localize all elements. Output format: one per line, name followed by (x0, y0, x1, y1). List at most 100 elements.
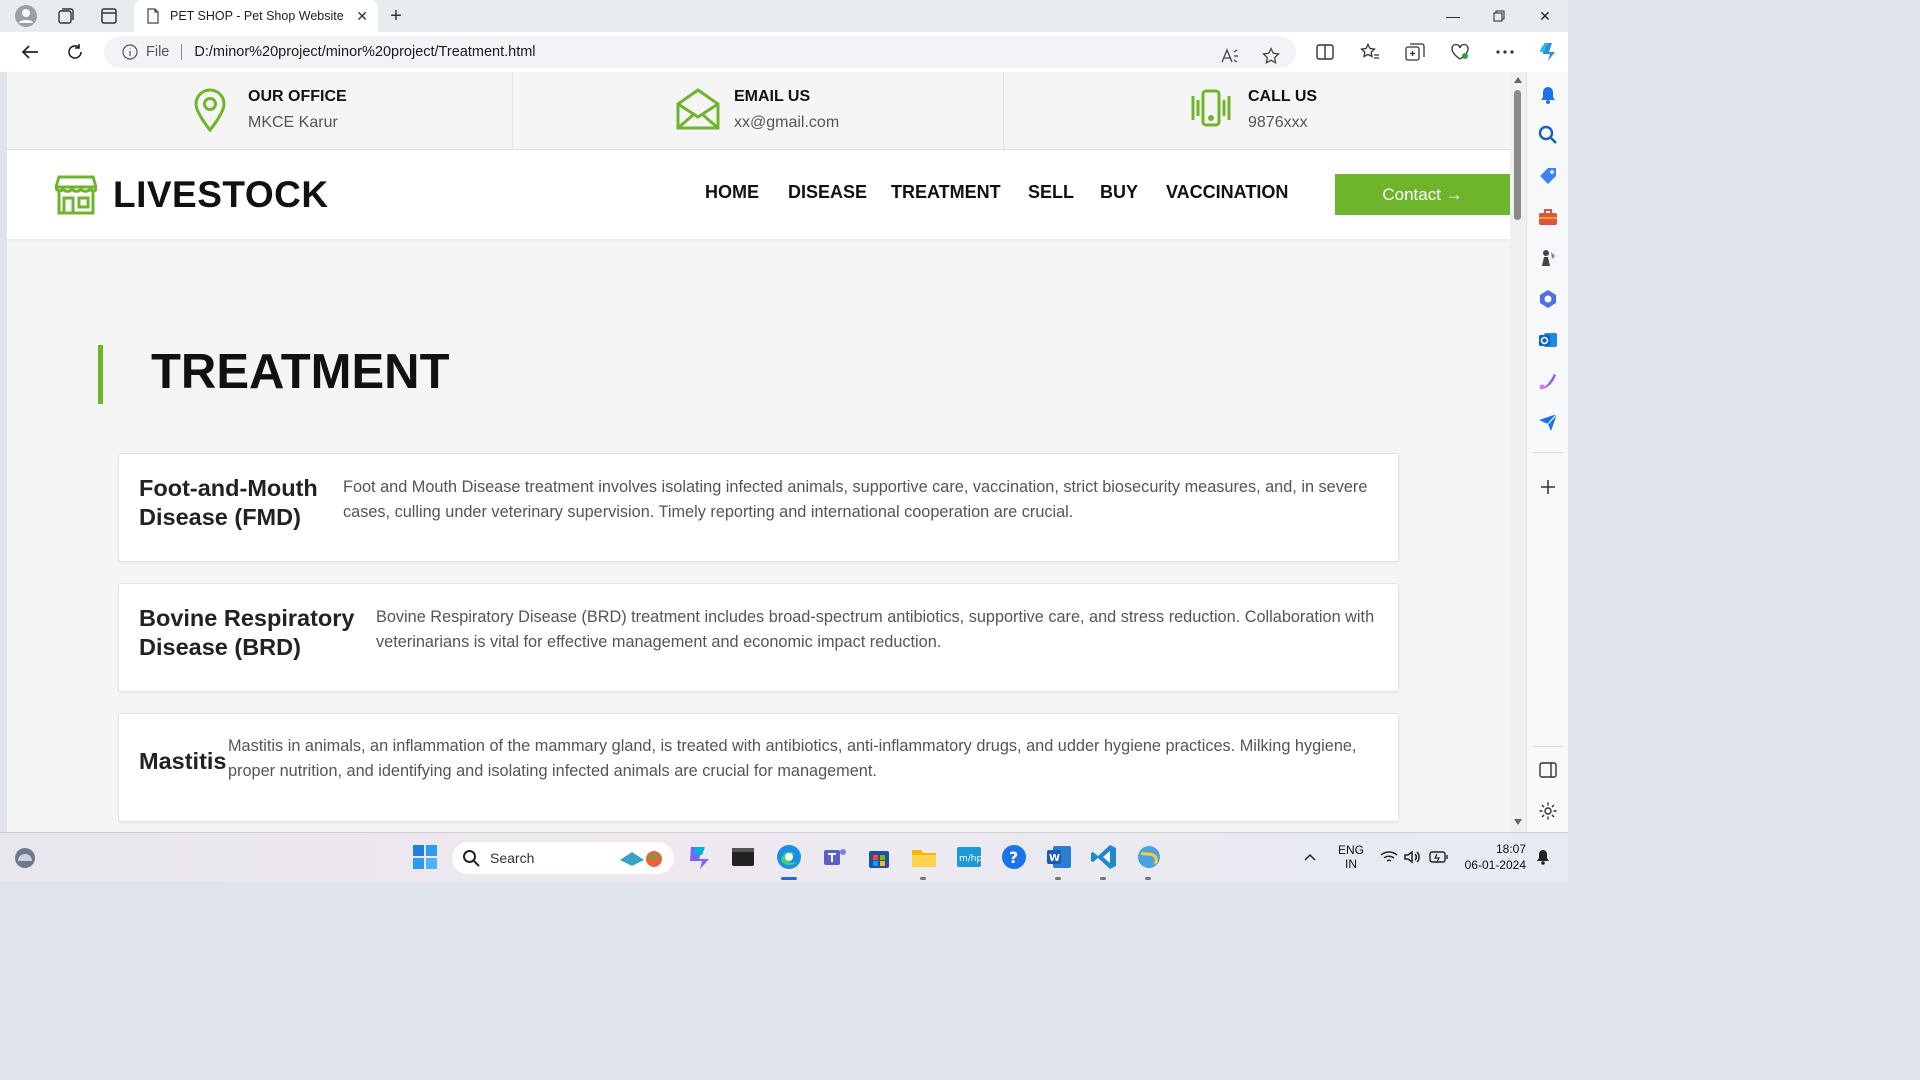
tools-briefcase-icon[interactable] (1538, 207, 1558, 227)
edge-browser-icon[interactable] (775, 843, 803, 871)
collections-icon[interactable] (1400, 38, 1430, 66)
add-icon[interactable] (1538, 477, 1558, 497)
contact-info-bar: OUR OFFICE MKCE Karur EMAIL US xx@gmail.… (7, 72, 1510, 150)
app-globe-icon[interactable] (1135, 843, 1163, 871)
file-explorer-icon[interactable] (910, 843, 938, 871)
chevron-up-icon[interactable] (1304, 853, 1316, 861)
close-tab-icon[interactable]: ✕ (356, 8, 368, 25)
clock[interactable]: 18:07 06-01-2024 (1460, 842, 1526, 872)
vertical-tabs-icon[interactable] (95, 4, 123, 28)
new-tab-button[interactable]: + (384, 4, 408, 28)
treatment-title-line-1: Bovine Respiratory (139, 605, 355, 631)
teams-icon[interactable] (821, 843, 849, 871)
info-icon[interactable] (122, 44, 138, 60)
browser-toolbar: File D:/minor%20project/minor%20project/… (0, 32, 1568, 72)
storefront-icon (55, 175, 97, 215)
nav-sell[interactable]: SELL (1028, 182, 1074, 203)
web-page: OUR OFFICE MKCE Karur EMAIL US xx@gmail.… (7, 72, 1510, 832)
profile-icon[interactable] (12, 4, 40, 28)
site-logo[interactable]: LIVESTOCK (55, 174, 329, 216)
contact-button[interactable]: Contact → (1335, 174, 1510, 215)
language-code: ENG (1338, 843, 1365, 857)
more-options-icon[interactable] (1490, 38, 1520, 66)
call-value: 9876xxx (1248, 114, 1308, 131)
notification-bell-icon[interactable] (1536, 849, 1550, 865)
close-window-button[interactable]: ✕ (1522, 0, 1568, 32)
treatment-description-line-2: proper nutrition, and identifying and is… (228, 761, 877, 780)
language-indicator[interactable]: ENG IN (1338, 843, 1364, 871)
logo-text: LIVESTOCK (113, 174, 329, 215)
copilot-preview-icon[interactable] (686, 843, 714, 871)
treatment-title-line-1: Mastitis (139, 748, 227, 774)
designer-icon[interactable] (1538, 371, 1558, 391)
taskbar-search-box[interactable]: Search (452, 842, 674, 874)
nav-buy[interactable]: BUY (1100, 182, 1138, 203)
shopping-tag-icon[interactable] (1538, 166, 1558, 186)
svg-text:m/hp: m/hp (959, 854, 983, 864)
vibrating-phone-icon (1191, 89, 1231, 127)
treatment-title-line-2: Disease (FMD) (139, 504, 301, 530)
clock-time: 18:07 (1495, 842, 1526, 856)
treatment-title-line-1: Foot-and-Mouth (139, 475, 318, 501)
treatment-description: Mastitis in animals, an inflammation of … (228, 734, 1356, 783)
microsoft-365-icon[interactable] (1538, 289, 1558, 309)
workspaces-icon[interactable] (52, 4, 80, 28)
battery-icon[interactable] (1429, 850, 1449, 864)
treatment-title-line-2: Disease (BRD) (139, 634, 301, 660)
url-separator (181, 44, 183, 60)
svg-text:W: W (1049, 853, 1060, 864)
treatment-description: Foot and Mouth Disease treatment involve… (343, 475, 1367, 524)
nav-home[interactable]: HOME (705, 182, 759, 203)
restore-button[interactable] (1476, 0, 1522, 32)
sidebar-divider (1533, 452, 1563, 453)
browser-essentials-icon[interactable] (1445, 38, 1475, 66)
copilot-icon[interactable] (1534, 38, 1564, 66)
nav-vaccination[interactable]: VACCINATION (1166, 182, 1288, 203)
volume-icon[interactable] (1404, 850, 1422, 864)
sidebar-toggle-icon[interactable] (1538, 760, 1558, 780)
office-label: OUR OFFICE (248, 88, 347, 105)
terminal-app-icon[interactable] (729, 843, 757, 871)
help-icon[interactable]: ? (1000, 843, 1028, 871)
outlook-icon[interactable] (1538, 330, 1558, 350)
envelope-icon (676, 88, 720, 130)
sidebar-divider (1533, 746, 1563, 747)
page-scrollbar[interactable] (1510, 72, 1526, 832)
windows-taskbar: Search m/hp ? W ENG IN 18:07 06-01-2024 (0, 832, 1568, 882)
microsoft-store-icon[interactable] (865, 843, 893, 871)
address-bar[interactable]: File D:/minor%20project/minor%20project/… (104, 36, 1296, 68)
search-icon[interactable] (1538, 125, 1558, 145)
settings-gear-icon[interactable] (1538, 801, 1558, 821)
minimize-button[interactable]: — (1430, 0, 1476, 32)
mhp-app-icon[interactable]: m/hp (955, 843, 983, 871)
favorite-star-icon[interactable] (1257, 42, 1285, 70)
favorites-icon[interactable] (1355, 38, 1385, 66)
notification-bell-icon[interactable] (1538, 85, 1558, 105)
url-text[interactable]: D:/minor%20project/minor%20project/Treat… (194, 44, 535, 60)
vscode-icon[interactable] (1090, 843, 1118, 871)
wifi-icon[interactable] (1380, 850, 1398, 864)
browser-tab-active[interactable]: PET SHOP - Pet Shop Website Te ✕ (134, 0, 378, 32)
scroll-thumb[interactable] (1514, 90, 1521, 220)
weather-widget-icon[interactable] (13, 846, 37, 870)
windows-start-icon[interactable] (411, 843, 439, 871)
send-icon[interactable] (1538, 412, 1558, 432)
office-value: MKCE Karur (248, 114, 338, 131)
back-button[interactable] (14, 38, 46, 66)
games-chess-icon[interactable] (1538, 248, 1558, 268)
running-app-indicator (920, 877, 926, 880)
taskbar-search-placeholder: Search (490, 850, 535, 866)
running-app-indicator (1055, 877, 1061, 880)
url-scheme: File (146, 44, 170, 60)
refresh-button[interactable] (59, 38, 91, 66)
treatment-title: Foot-and-Mouth Disease (FMD) (139, 474, 318, 532)
treatment-description-line-1: Foot and Mouth Disease treatment involve… (343, 478, 1368, 496)
nav-disease[interactable]: DISEASE (788, 182, 867, 203)
scroll-up-arrow-icon[interactable] (1513, 76, 1523, 84)
word-icon[interactable]: W (1045, 843, 1073, 871)
split-screen-icon[interactable] (1310, 38, 1340, 66)
search-icon (463, 850, 480, 867)
nav-treatment[interactable]: TREATMENT (891, 182, 1001, 203)
scroll-down-arrow-icon[interactable] (1513, 818, 1523, 826)
read-aloud-icon[interactable] (1216, 42, 1244, 70)
